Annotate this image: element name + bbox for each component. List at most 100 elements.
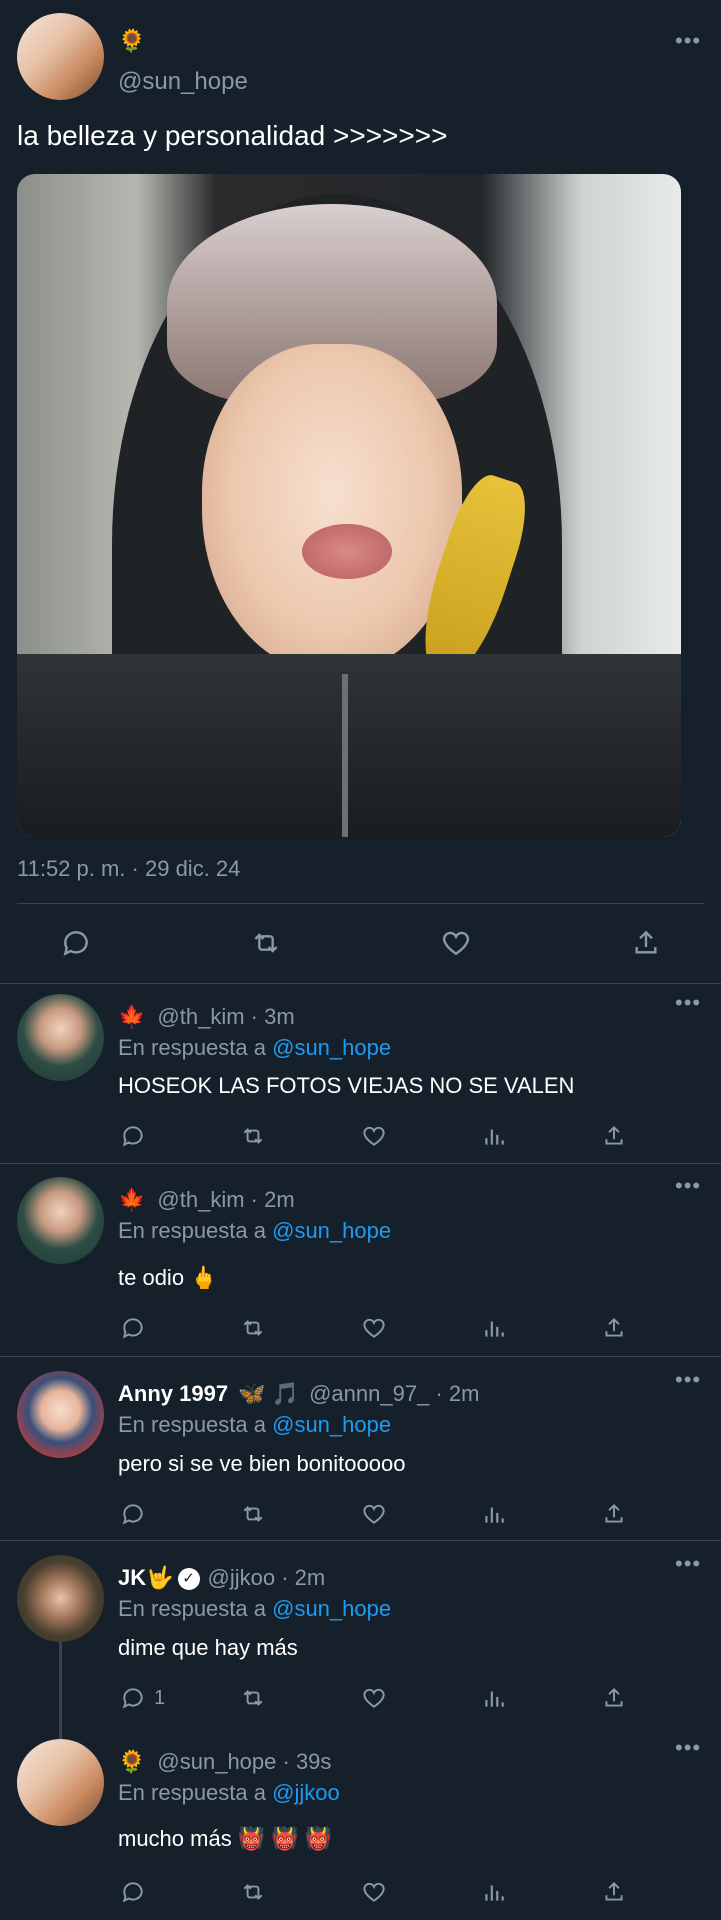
- handle-time[interactable]: @th_kim · 3m: [157, 1004, 294, 1029]
- reply-to-link[interactable]: @sun_hope: [272, 1218, 391, 1243]
- views-icon: [485, 1691, 504, 1707]
- handle-time[interactable]: @annn_97_ · 2m: [309, 1381, 479, 1406]
- like-button[interactable]: [354, 1872, 394, 1912]
- reply-meta: Anny 1997 🦋 🎵 @annn_97_ · 2m: [118, 1381, 479, 1407]
- reply-icon: [122, 1688, 143, 1709]
- more-options-icon[interactable]: •••: [675, 1175, 701, 1197]
- share-button[interactable]: [594, 1678, 634, 1718]
- views-button[interactable]: [474, 1116, 514, 1156]
- heart-icon: [442, 931, 470, 956]
- in-reply-to: En respuesta a @sun_hope: [118, 1218, 392, 1243]
- reply-to-link[interactable]: @sun_hope: [272, 1412, 391, 1437]
- avatar[interactable]: [17, 994, 104, 1081]
- reply-text: dime que hay más: [118, 1635, 298, 1660]
- reply-button[interactable]: [56, 923, 96, 963]
- display-name[interactable]: JK🤟: [118, 1565, 174, 1590]
- more-options-icon[interactable]: •••: [675, 30, 701, 52]
- author-handle[interactable]: @sun_hope: [118, 68, 248, 96]
- thread-page: 🌻 @sun_hope ••• la belleza y personalida…: [0, 0, 721, 1920]
- reply-icon: [122, 1318, 143, 1339]
- reply-meta: 🍁 @th_kim · 2m: [118, 1187, 295, 1213]
- like-button[interactable]: [354, 1116, 394, 1156]
- views-button[interactable]: [474, 1494, 514, 1534]
- divider: [17, 903, 704, 904]
- reply-tweet: Anny 1997 🦋 🎵 @annn_97_ · 2m ••• En respu…: [0, 1357, 721, 1540]
- reply-tweet: JK🤟 ✓ @jjkoo · 2m ••• En respuesta a @sun_…: [0, 1541, 721, 1725]
- reply-tweet: 🌻 @sun_hope · 39s ••• En respuesta a @jjk…: [0, 1725, 721, 1920]
- retweet-icon: [243, 1128, 263, 1144]
- reply-icon: [122, 1504, 143, 1525]
- retweet-button[interactable]: [233, 1678, 273, 1718]
- display-name-emoji: 🍁: [118, 1187, 146, 1212]
- views-icon: [485, 1507, 504, 1523]
- share-icon: [605, 1317, 623, 1337]
- share-icon: [635, 930, 657, 954]
- avatar[interactable]: [17, 1555, 104, 1642]
- display-name[interactable]: Anny 1997: [118, 1381, 228, 1406]
- reply-meta: 🍁 @th_kim · 3m: [118, 1004, 295, 1030]
- avatar[interactable]: [17, 13, 104, 100]
- display-name-emoji: 🍁: [118, 1004, 146, 1029]
- reply-tweet: 🍁 @th_kim · 2m ••• En respuesta a @sun_ho…: [0, 1164, 721, 1356]
- reply-icon: [122, 1882, 143, 1903]
- reply-text: mucho más 👹 👹 👹: [118, 1826, 333, 1851]
- handle-time[interactable]: @jjkoo · 2m: [208, 1565, 326, 1590]
- share-button[interactable]: [594, 1308, 634, 1348]
- reply-button[interactable]: [113, 1872, 153, 1912]
- heart-icon: [363, 1126, 385, 1146]
- like-button[interactable]: [354, 1308, 394, 1348]
- reply-button[interactable]: [113, 1116, 153, 1156]
- display-name-emoji: 🌻: [118, 1749, 146, 1774]
- views-button[interactable]: [474, 1308, 514, 1348]
- retweet-button[interactable]: [233, 1308, 273, 1348]
- more-options-icon[interactable]: •••: [675, 1369, 701, 1391]
- in-reply-to: En respuesta a @sun_hope: [118, 1412, 392, 1437]
- reply-to-link[interactable]: @sun_hope: [272, 1035, 391, 1060]
- views-icon: [485, 1321, 504, 1337]
- share-button[interactable]: [594, 1494, 634, 1534]
- tweet-photo[interactable]: [17, 174, 681, 837]
- avatar[interactable]: [17, 1739, 104, 1826]
- more-options-icon[interactable]: •••: [675, 992, 701, 1014]
- like-button[interactable]: [354, 1678, 394, 1718]
- retweet-button[interactable]: [246, 923, 286, 963]
- reply-meta: 🌻 @sun_hope · 39s: [118, 1749, 331, 1775]
- more-options-icon[interactable]: •••: [675, 1553, 701, 1575]
- views-button[interactable]: [474, 1678, 514, 1718]
- display-name-emoji: 🦋 🎵: [238, 1381, 300, 1406]
- reply-to-link[interactable]: @sun_hope: [272, 1596, 391, 1621]
- handle-time[interactable]: @th_kim · 2m: [157, 1187, 294, 1212]
- main-tweet: 🌻 @sun_hope ••• la belleza y personalida…: [0, 0, 721, 983]
- share-button[interactable]: [594, 1872, 634, 1912]
- reply-button[interactable]: [113, 1308, 153, 1348]
- retweet-icon: [243, 1506, 263, 1522]
- reply-to-link[interactable]: @jjkoo: [272, 1780, 340, 1805]
- reply-tweet: 🍁 @th_kim · 3m ••• En respuesta a @sun_ho…: [0, 984, 721, 1163]
- in-reply-to: En respuesta a @jjkoo: [118, 1780, 340, 1805]
- reply-count: 1: [154, 1687, 166, 1709]
- retweet-button[interactable]: [233, 1872, 273, 1912]
- tweet-text: la belleza y personalidad >>>>>>>: [17, 120, 448, 151]
- retweet-button[interactable]: [233, 1116, 273, 1156]
- like-button[interactable]: [436, 923, 476, 963]
- share-button[interactable]: [626, 923, 666, 963]
- reply-button[interactable]: [113, 1494, 153, 1534]
- tweet-timestamp[interactable]: 11:52 p. m. · 29 dic. 24: [17, 856, 240, 882]
- share-icon: [605, 1881, 623, 1901]
- like-button[interactable]: [354, 1494, 394, 1534]
- avatar[interactable]: [17, 1177, 104, 1264]
- reply-text: HOSEOK LAS FOTOS VIEJAS NO SE VALEN: [118, 1073, 575, 1098]
- avatar[interactable]: [17, 1371, 104, 1458]
- reply-button[interactable]: [113, 1678, 153, 1718]
- views-icon: [485, 1129, 504, 1145]
- reply-icon: [63, 931, 88, 956]
- retweet-button[interactable]: [233, 1494, 273, 1534]
- verified-badge-icon: ✓: [177, 1568, 200, 1591]
- share-button[interactable]: [594, 1116, 634, 1156]
- handle-time[interactable]: @sun_hope · 39s: [157, 1749, 331, 1774]
- views-button[interactable]: [474, 1872, 514, 1912]
- heart-icon: [363, 1504, 385, 1524]
- in-reply-to: En respuesta a @sun_hope: [118, 1596, 392, 1621]
- in-reply-to: En respuesta a @sun_hope: [118, 1035, 392, 1060]
- more-options-icon[interactable]: •••: [675, 1737, 701, 1759]
